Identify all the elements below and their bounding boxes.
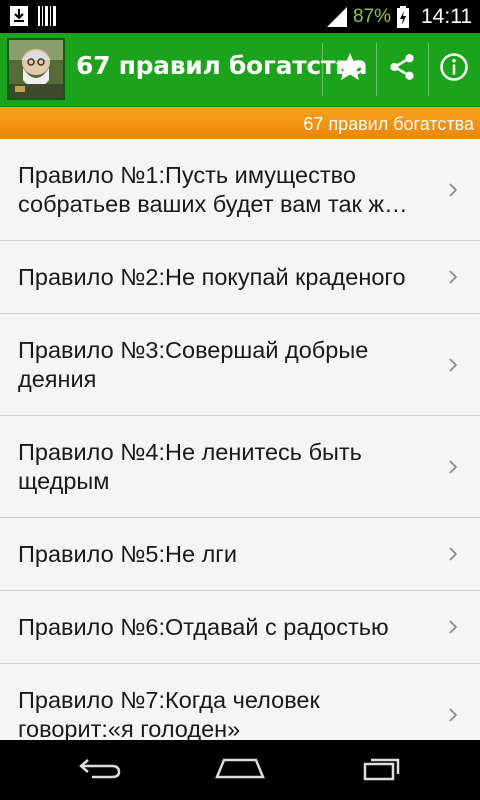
info-button[interactable] (428, 33, 480, 106)
download-icon (10, 6, 28, 26)
chevron-right-icon (449, 620, 458, 634)
list-item[interactable]: Правило №4:Не ленитесь быть щедрым (0, 416, 480, 518)
subtitle-text: 67 правил богатства (303, 114, 474, 134)
subtitle-bar: 67 правил богатства (0, 106, 480, 139)
chevron-right-icon (449, 460, 458, 474)
star-icon (334, 51, 366, 88)
status-notifications (10, 6, 56, 26)
action-bar: 67 правил богатства (0, 33, 480, 106)
info-icon (439, 52, 469, 87)
battery-percent: 87% (352, 5, 391, 27)
battery-icon (397, 5, 409, 28)
rules-list[interactable]: Правило №1:Пусть имущество собратьев ваш… (0, 139, 480, 740)
list-item[interactable]: Правило №1:Пусть имущество собратьев ваш… (0, 139, 480, 241)
list-item-label: Правило №4:Не ленитесь быть щедрым (18, 439, 362, 494)
list-item-label: Правило №2:Не покупай краденого (18, 264, 406, 290)
list-item-label: Правило №3:Совершай добрые деяния (18, 337, 369, 392)
list-item[interactable]: Правило №2:Не покупай краденого (0, 241, 480, 314)
list-item-label: Правило №5:Не лги (18, 541, 238, 567)
status-bar: 87% 14:11 (0, 0, 480, 33)
signal-icon (326, 6, 347, 27)
list-item[interactable]: Правило №6:Отдавай с радостью (0, 591, 480, 664)
share-icon (387, 52, 417, 87)
navigation-bar (0, 740, 480, 800)
list-item[interactable]: Правило №5:Не лги (0, 518, 480, 591)
recent-apps-button[interactable] (332, 740, 432, 800)
chevron-right-icon (449, 270, 458, 284)
clock: 14:11 (421, 4, 472, 28)
list-item-label: Правило №6:Отдавай с радостью (18, 614, 389, 640)
list-item-label: Правило №7:Когда человек говорит:«я голо… (18, 687, 320, 740)
app-icon[interactable] (7, 38, 65, 100)
home-icon (215, 757, 265, 784)
chevron-right-icon (449, 358, 458, 372)
recent-apps-icon (362, 755, 402, 786)
share-button[interactable] (376, 33, 428, 106)
barcode-icon (38, 6, 56, 26)
back-button[interactable] (50, 740, 150, 800)
back-icon (78, 756, 122, 785)
favorite-button[interactable] (324, 33, 376, 106)
action-divider (322, 43, 323, 96)
list-item[interactable]: Правило №3:Совершай добрые деяния (0, 314, 480, 416)
home-button[interactable] (190, 740, 290, 800)
list-item[interactable]: Правило №7:Когда человек говорит:«я голо… (0, 664, 480, 740)
chevron-right-icon (449, 547, 458, 561)
chevron-right-icon (449, 183, 458, 197)
list-item-label: Правило №1:Пусть имущество собратьев ваш… (18, 162, 408, 217)
chevron-right-icon (449, 708, 458, 722)
